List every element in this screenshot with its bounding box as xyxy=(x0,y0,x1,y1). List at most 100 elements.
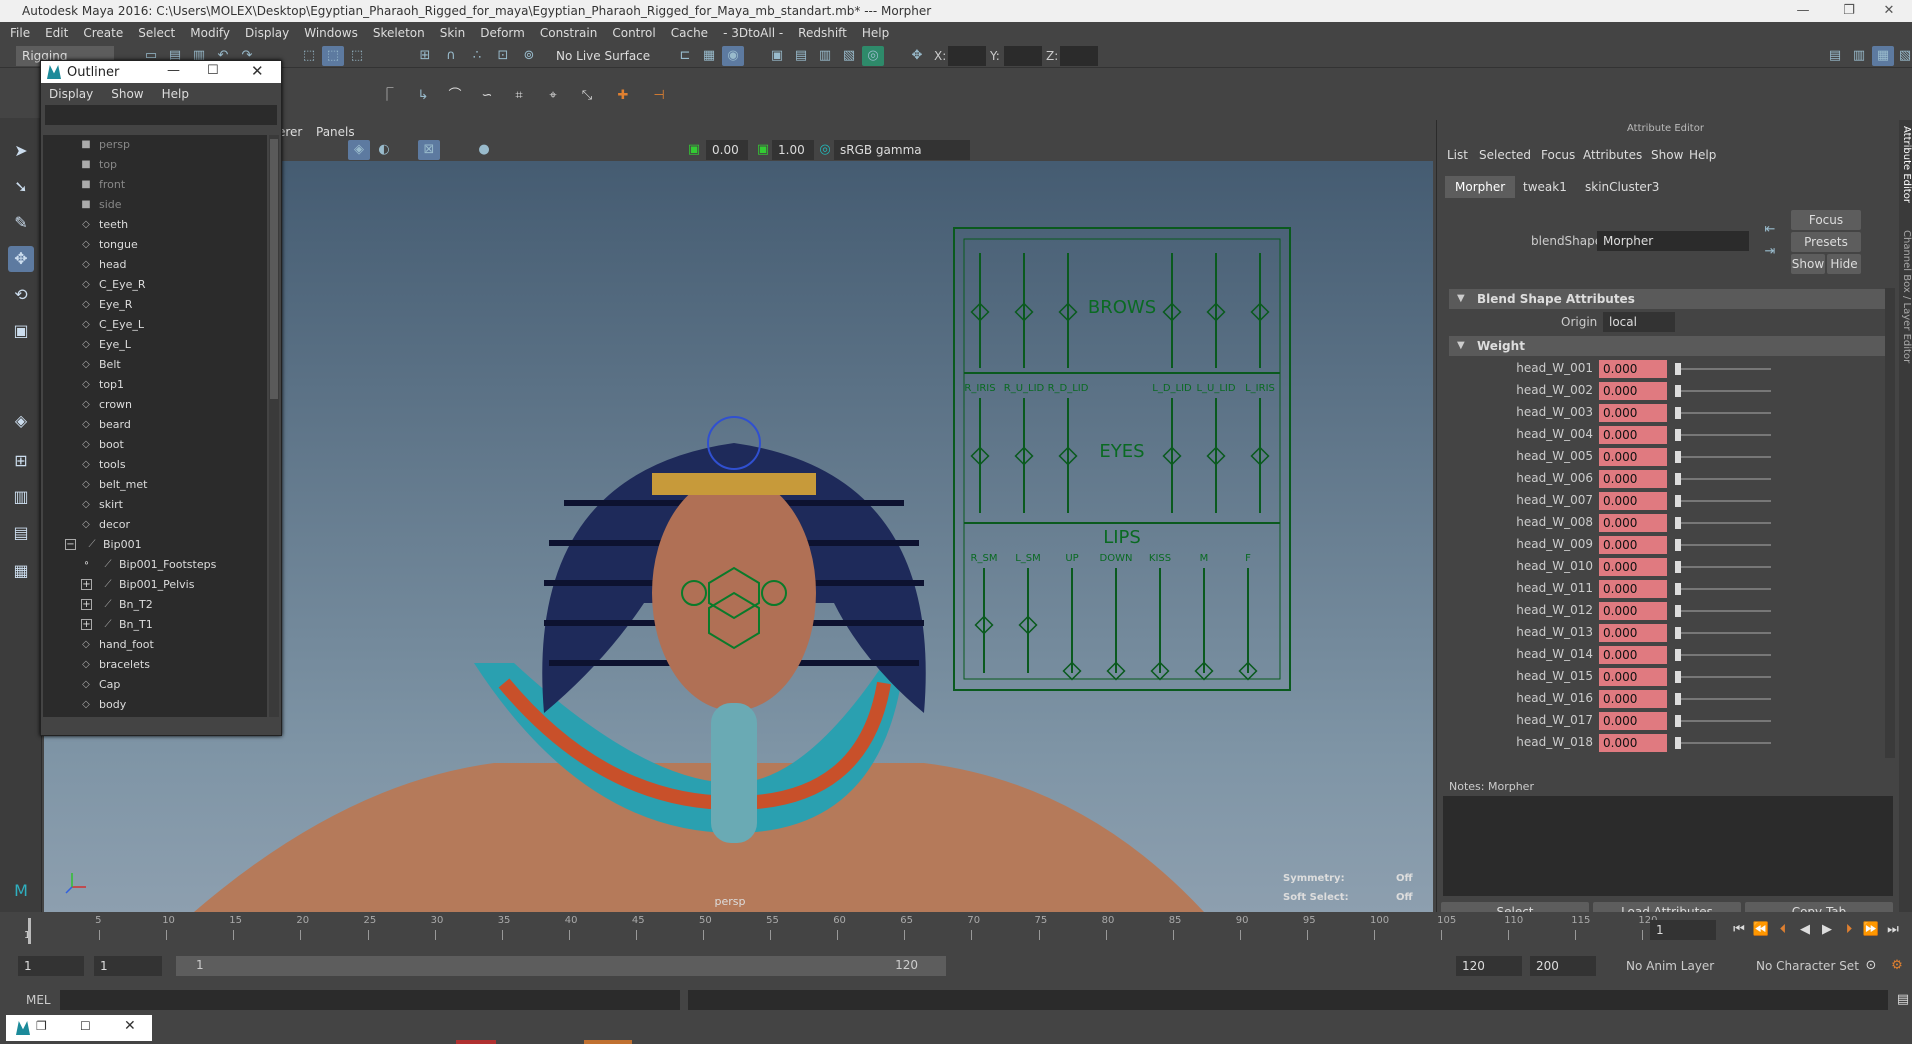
weight-slider-track[interactable] xyxy=(1675,478,1771,480)
construction-history-icon[interactable]: ▦ xyxy=(698,46,720,66)
render-view-icon[interactable]: ▣ xyxy=(766,46,788,66)
weight-section[interactable]: ▼ Weight xyxy=(1449,336,1885,356)
weight-slider-track[interactable] xyxy=(1675,566,1771,568)
menu-skin[interactable]: Skin xyxy=(440,26,466,40)
joint-tool-icon[interactable]: ⎾ xyxy=(376,86,398,106)
hide-button[interactable]: Hide xyxy=(1827,254,1861,274)
weight-value-field[interactable]: 0.000 xyxy=(1599,404,1667,422)
outliner-item[interactable]: ◇ body xyxy=(43,695,267,715)
lasso-tool-icon[interactable]: ➘ xyxy=(8,174,34,200)
outliner-item[interactable]: ◇ Eye_R xyxy=(43,295,267,315)
transform-mode-icon[interactable]: ✥ xyxy=(906,46,928,66)
menu-cache[interactable]: Cache xyxy=(671,26,708,40)
weight-slider-handle[interactable] xyxy=(1675,671,1681,683)
weight-slider-track[interactable] xyxy=(1675,698,1771,700)
shadows-icon[interactable]: ● xyxy=(473,140,495,160)
layout-icon[interactable]: ▥ xyxy=(8,484,34,510)
select-component-icon[interactable]: ⬚ xyxy=(346,46,368,66)
weight-slider-handle[interactable] xyxy=(1675,385,1681,397)
snap-curve-icon[interactable]: ∩ xyxy=(440,46,462,66)
outliner-item[interactable]: + ⟋ Bn_T1 xyxy=(43,615,267,635)
four-view-icon[interactable]: ⊞ xyxy=(8,448,34,474)
snap-grid-icon[interactable]: ⊞ xyxy=(414,46,436,66)
outliner-item[interactable]: ◇ C_Eye_R xyxy=(43,275,267,295)
bind-skin-icon[interactable]: ⌗ xyxy=(508,86,530,106)
outliner-item[interactable]: ◇ head xyxy=(43,255,267,275)
outliner-item[interactable]: ◇ beard xyxy=(43,415,267,435)
weight-value-field[interactable]: 0.000 xyxy=(1599,646,1667,664)
weight-slider-handle[interactable] xyxy=(1675,495,1681,507)
weight-value-field[interactable]: 0.000 xyxy=(1599,536,1667,554)
tool-settings-icon[interactable]: ▦ xyxy=(1872,46,1894,66)
side-tab-attribute-editor[interactable]: Attribute Editor xyxy=(1901,126,1912,203)
collapse-icon[interactable]: − xyxy=(65,539,76,550)
outliner-item[interactable]: ◇ C_Eye_L xyxy=(43,315,267,335)
side-tab-channel-box[interactable]: Channel Box / Layer Editor xyxy=(1901,230,1912,363)
mel-input[interactable] xyxy=(60,990,680,1010)
paint-weights-icon[interactable]: ⌖ xyxy=(542,86,564,106)
close-icon[interactable]: ✕ xyxy=(251,62,264,80)
auto-key-icon[interactable]: ⊙ xyxy=(1860,956,1882,976)
xray-icon[interactable]: ⊠ xyxy=(418,140,440,160)
ae-menu-attributes[interactable]: Attributes xyxy=(1583,148,1642,162)
menu-help[interactable]: Help xyxy=(862,26,889,40)
outliner-list[interactable]: ■ persp ■ top ■ front ■ side ◇ teeth ◇ tongue ◇ head ◇… xyxy=(43,135,267,717)
point-constraint-icon[interactable]: ✚ xyxy=(612,86,634,106)
input-ops-icon[interactable]: ⊏ xyxy=(674,46,696,66)
weight-slider-track[interactable] xyxy=(1675,632,1771,634)
character-set-dropdown[interactable]: No Character Set xyxy=(1756,959,1859,973)
outliner-item[interactable]: + ⟋ Bn_T2 xyxy=(43,595,267,615)
ik-handle-icon[interactable]: ↳ xyxy=(412,86,434,106)
outliner-menu-show[interactable]: Show xyxy=(111,87,143,101)
play-forward-icon[interactable]: ▶ xyxy=(1816,920,1838,940)
weight-value-field[interactable]: 0.000 xyxy=(1599,690,1667,708)
ik-spline-icon[interactable]: ⌒ xyxy=(444,86,466,106)
weight-slider-track[interactable] xyxy=(1675,456,1771,458)
step-forward-key-icon[interactable]: ⏵ xyxy=(1838,920,1860,940)
weight-slider-handle[interactable] xyxy=(1675,473,1681,485)
outliner-item[interactable]: ◇ teeth xyxy=(43,215,267,235)
current-time-marker[interactable] xyxy=(28,918,31,944)
playback-start-field[interactable]: 1 xyxy=(94,956,162,976)
tab-tweak1[interactable]: tweak1 xyxy=(1513,176,1577,198)
menu-modify[interactable]: Modify xyxy=(190,26,230,40)
presets-button[interactable]: Presets xyxy=(1791,232,1861,252)
maximize-icon[interactable]: ☐ xyxy=(207,63,219,78)
ae-menu-focus[interactable]: Focus xyxy=(1541,148,1575,162)
menu-control[interactable]: Control xyxy=(612,26,655,40)
weight-slider-handle[interactable] xyxy=(1675,429,1681,441)
parent-constraint-icon[interactable]: ⊣ xyxy=(648,86,670,106)
outliner-item[interactable]: ◇ Cap xyxy=(43,675,267,695)
textured-icon[interactable]: ◐ xyxy=(373,140,395,160)
outliner-item[interactable]: ◇ Belt xyxy=(43,355,267,375)
weight-value-field[interactable]: 0.000 xyxy=(1599,602,1667,620)
weight-slider-track[interactable] xyxy=(1675,368,1771,370)
select-object-icon[interactable]: ⬚ xyxy=(322,46,344,66)
tab-morpher[interactable]: Morpher xyxy=(1445,176,1516,198)
notes-textarea[interactable] xyxy=(1443,796,1893,896)
weight-value-field[interactable]: 0.000 xyxy=(1599,382,1667,400)
weight-slider-handle[interactable] xyxy=(1675,737,1681,749)
script-editor-icon[interactable]: ▤ xyxy=(1892,990,1912,1010)
scale-tool-icon[interactable]: ▣ xyxy=(8,318,34,344)
hypershade-icon[interactable]: ◎ xyxy=(862,46,884,66)
ae-menu-list[interactable]: List xyxy=(1447,148,1468,162)
weight-slider-track[interactable] xyxy=(1675,720,1771,722)
weight-slider-track[interactable] xyxy=(1675,522,1771,524)
go-to-input-icon[interactable]: ⇤ xyxy=(1759,220,1781,240)
ae-menu-selected[interactable]: Selected xyxy=(1479,148,1531,162)
rotate-tool-icon[interactable]: ⟲ xyxy=(8,282,34,308)
snap-point-icon[interactable]: ∴ xyxy=(466,46,488,66)
snap-surface-icon[interactable]: ⊚ xyxy=(518,46,540,66)
outliner-menu-display[interactable]: Display xyxy=(49,87,93,101)
render-current-icon[interactable]: ▤ xyxy=(790,46,812,66)
weight-slider-track[interactable] xyxy=(1675,610,1771,612)
weight-slider-handle[interactable] xyxy=(1675,715,1681,727)
snap-view-icon[interactable]: ⊡ xyxy=(492,46,514,66)
paint-select-icon[interactable]: ✎ xyxy=(8,210,34,236)
outliner-item[interactable]: ◇ belt_met xyxy=(43,475,267,495)
minimize-icon[interactable]: — xyxy=(167,63,180,78)
weight-slider-handle[interactable] xyxy=(1675,407,1681,419)
range-bar[interactable]: 1 120 xyxy=(176,956,946,976)
render-icon[interactable]: ◉ xyxy=(722,46,744,66)
